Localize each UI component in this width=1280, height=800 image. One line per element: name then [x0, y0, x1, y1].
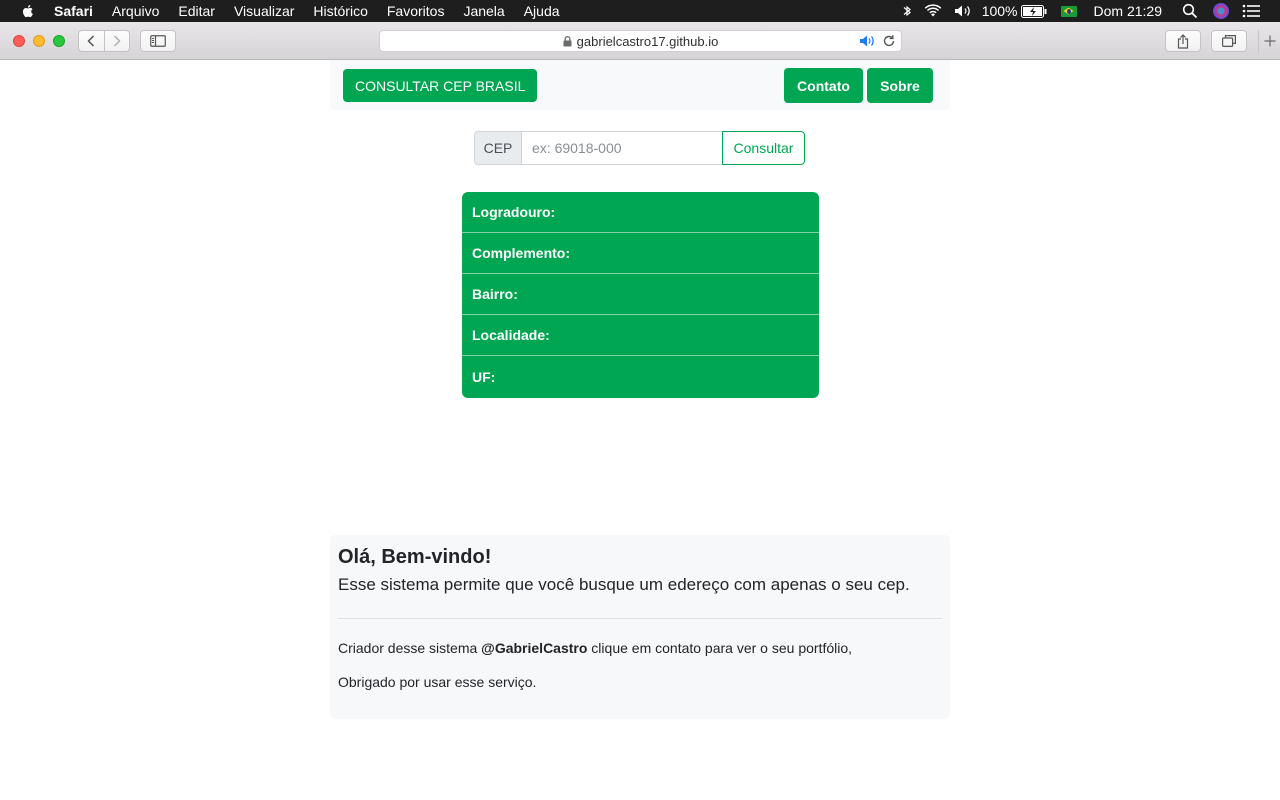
wifi-icon[interactable] — [924, 4, 942, 18]
fullscreen-window-button[interactable] — [53, 35, 65, 47]
menu-clock[interactable]: Dom 21:29 — [1094, 3, 1162, 19]
contato-button[interactable]: Contato — [784, 68, 863, 103]
sidebar-toggle-button[interactable] — [140, 30, 176, 52]
thanks-text: Obrigado por usar esse serviço. — [338, 674, 537, 690]
cep-input[interactable] — [522, 131, 723, 165]
cep-search-group: CEP Consultar — [474, 131, 805, 165]
siri-icon[interactable] — [1212, 2, 1230, 20]
creator-suffix: clique em contato para ver o seu portfól… — [587, 640, 853, 656]
show-tabs-button[interactable] — [1211, 30, 1247, 52]
share-icon — [1177, 33, 1189, 49]
menu-janela[interactable]: Janela — [463, 3, 504, 19]
menu-bar: Safari Arquivo Editar Visualizar Históri… — [0, 0, 1280, 22]
site-navbar: CONSULTAR CEP BRASIL Contato Sobre — [330, 60, 950, 110]
welcome-panel: Olá, Bem-vindo! Esse sistema permite que… — [330, 535, 950, 719]
divider — [338, 618, 942, 619]
reload-icon[interactable] — [882, 34, 896, 48]
battery-charging-icon[interactable] — [1020, 4, 1047, 18]
menu-favoritos[interactable]: Favoritos — [387, 3, 445, 19]
tabs-overview-icon — [1222, 35, 1236, 47]
result-logradouro: Logradouro: — [462, 192, 819, 233]
welcome-lead: Esse sistema permite que você busque um … — [338, 575, 910, 594]
close-window-button[interactable] — [13, 35, 25, 47]
result-complemento: Complemento: — [462, 233, 819, 274]
share-button[interactable] — [1165, 30, 1201, 52]
back-button[interactable] — [79, 31, 104, 51]
sobre-button[interactable]: Sobre — [867, 68, 933, 103]
battery-percent: 100% — [981, 3, 1018, 19]
menu-arquivo[interactable]: Arquivo — [112, 3, 159, 19]
result-localidade: Localidade: — [462, 315, 819, 356]
chevron-left-icon — [87, 35, 95, 47]
minimize-window-button[interactable] — [33, 35, 45, 47]
menu-editar[interactable]: Editar — [178, 3, 215, 19]
menu-historico[interactable]: Histórico — [313, 3, 367, 19]
audio-playing-icon[interactable] — [859, 34, 876, 48]
creator-prefix: Criador desse sistema — [338, 640, 482, 656]
plus-icon — [1264, 35, 1275, 47]
creator-handle: @GabrielCastro — [481, 640, 588, 656]
forward-button[interactable] — [105, 31, 130, 51]
lock-icon — [563, 35, 572, 46]
brand-button[interactable]: CONSULTAR CEP BRASIL — [343, 69, 538, 102]
bluetooth-icon[interactable] — [902, 4, 912, 18]
chevron-right-icon — [113, 35, 121, 47]
new-tab-button[interactable] — [1258, 30, 1280, 52]
address-bar[interactable]: gabrielcastro17.github.io — [379, 30, 902, 52]
url-text: gabrielcastro17.github.io — [576, 33, 719, 49]
address-results-list: Logradouro: Complemento: Bairro: Localid… — [462, 192, 819, 398]
welcome-title: Olá, Bem-vindo! — [338, 546, 492, 568]
menu-ajuda[interactable]: Ajuda — [524, 3, 560, 19]
notification-center-icon[interactable] — [1242, 4, 1260, 18]
volume-icon[interactable] — [954, 4, 974, 18]
navigation-buttons — [78, 30, 130, 52]
apple-logo-icon[interactable] — [20, 3, 36, 19]
web-page: CONSULTAR CEP BRASIL Contato Sobre CEP C… — [0, 60, 1280, 800]
spotlight-search-icon[interactable] — [1182, 3, 1198, 19]
brazil-flag-icon[interactable] — [1060, 5, 1077, 17]
menu-visualizar[interactable]: Visualizar — [234, 3, 294, 19]
consultar-button[interactable]: Consultar — [722, 131, 805, 165]
menu-safari[interactable]: Safari — [54, 3, 93, 19]
result-bairro: Bairro: — [462, 274, 819, 315]
creator-text: Criador desse sistema @GabrielCastro cli… — [338, 639, 942, 657]
browser-toolbar: gabrielcastro17.github.io — [0, 22, 1280, 60]
sidebar-icon — [150, 35, 166, 47]
cep-label: CEP — [474, 131, 522, 165]
result-uf: UF: — [462, 356, 819, 398]
